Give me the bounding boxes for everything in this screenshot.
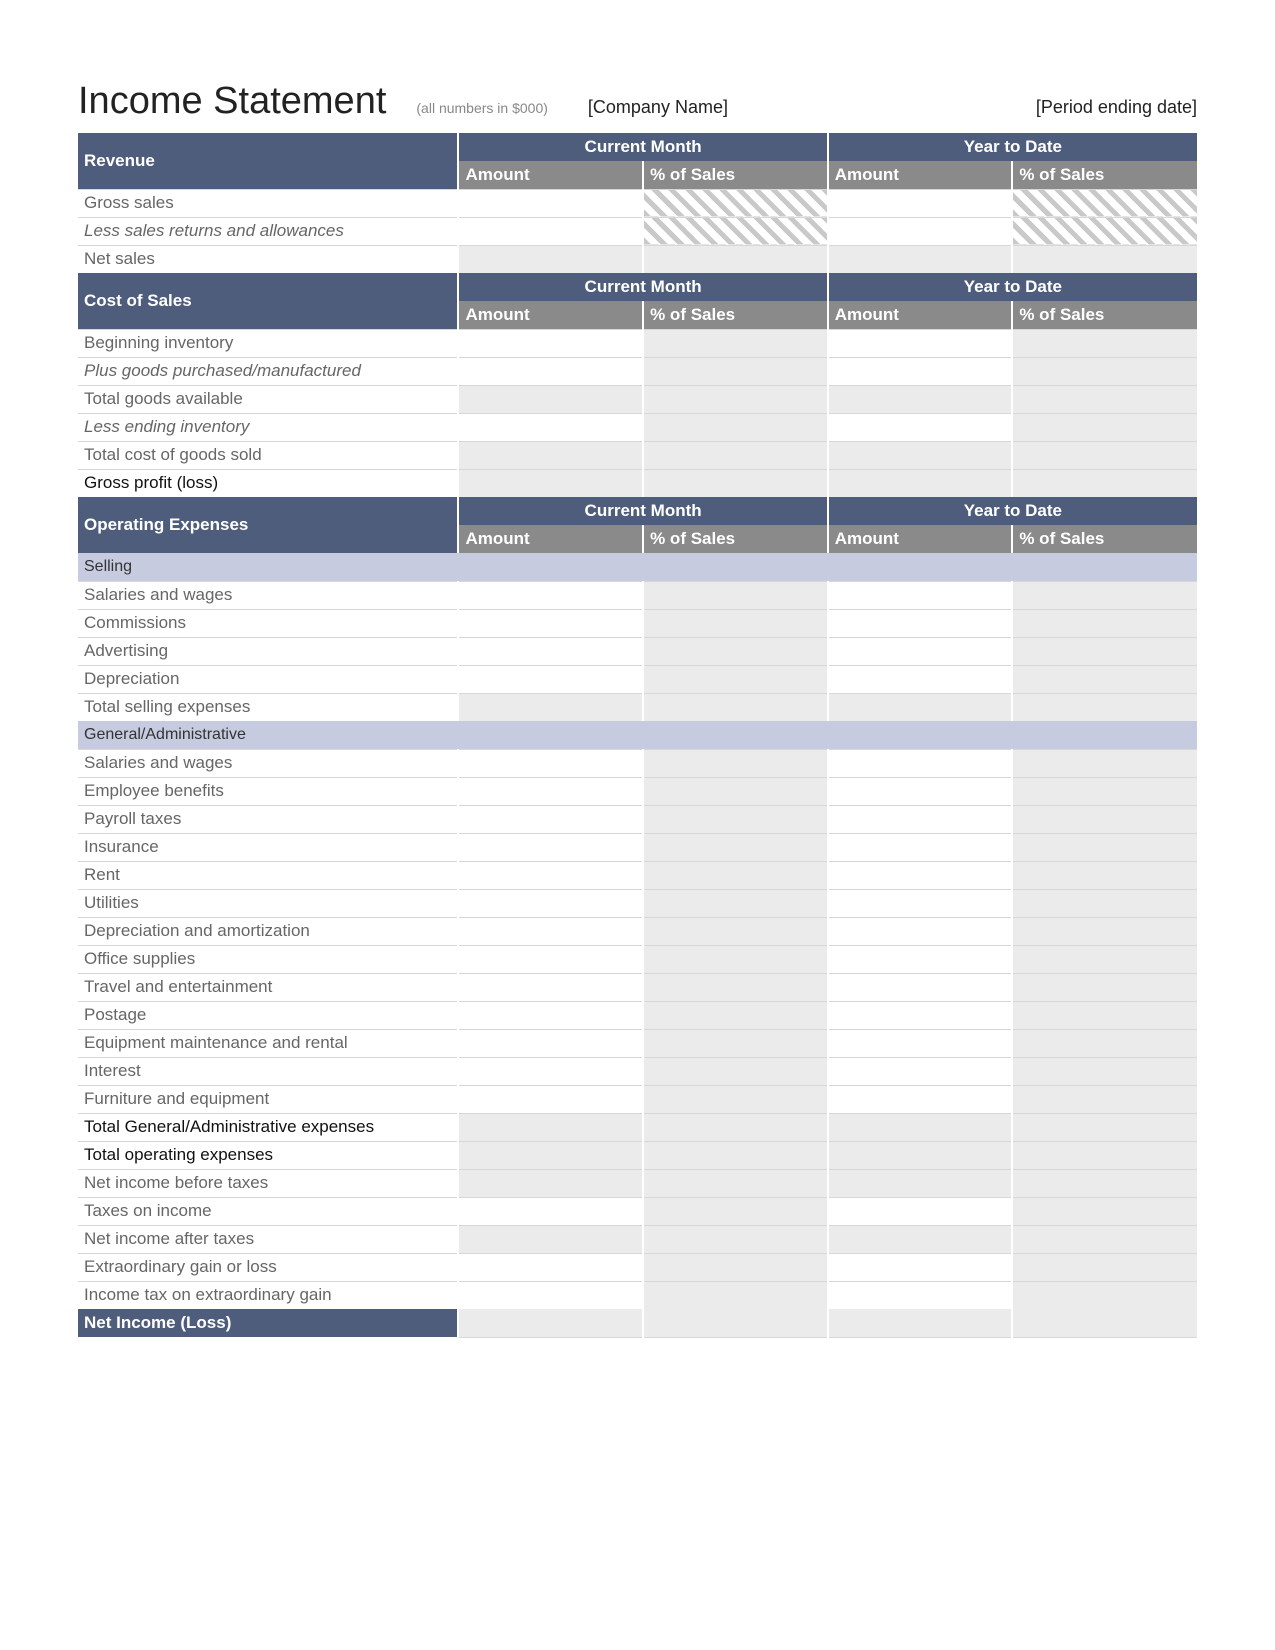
period-ytd: Year to Date [828, 133, 1197, 161]
table-row: Net income after taxes [78, 1225, 1197, 1253]
period-ending: [Period ending date] [1036, 97, 1197, 118]
table-row: Total operating expenses [78, 1141, 1197, 1169]
subsection-ga: General/Administrative [78, 721, 1197, 749]
table-row: Taxes on income [78, 1197, 1197, 1225]
table-row: Extraordinary gain or loss [78, 1253, 1197, 1281]
units-note: (all numbers in $000) [416, 100, 548, 116]
income-statement-table: Revenue Current Month Year to Date Amoun… [78, 133, 1197, 1338]
subsection-selling: Selling [78, 553, 1197, 581]
table-row: Total goods available [78, 385, 1197, 413]
document-header: Income Statement (all numbers in $000) [… [78, 80, 1197, 123]
table-row: Income tax on extraordinary gain [78, 1281, 1197, 1309]
table-row: Total selling expenses [78, 693, 1197, 721]
table-row: Net sales [78, 245, 1197, 273]
col-pct: % of Sales [643, 161, 828, 189]
table-row: Total cost of goods sold [78, 441, 1197, 469]
col-amount: Amount [458, 161, 643, 189]
table-row: Interest [78, 1057, 1197, 1085]
table-row: Less sales returns and allowances [78, 217, 1197, 245]
table-row: Gross sales [78, 189, 1197, 217]
col-amount: Amount [828, 161, 1013, 189]
table-row: Commissions [78, 609, 1197, 637]
table-row: Depreciation [78, 665, 1197, 693]
col-pct: % of Sales [1012, 161, 1197, 189]
table-row: Beginning inventory [78, 329, 1197, 357]
section-cos: Cost of Sales [78, 273, 458, 329]
section-revenue: Revenue [78, 133, 458, 189]
section-opex: Operating Expenses [78, 497, 458, 553]
table-row: Depreciation and amortization [78, 917, 1197, 945]
page-title: Income Statement [78, 80, 386, 123]
table-row: Employee benefits [78, 777, 1197, 805]
table-row: Utilities [78, 889, 1197, 917]
period-current: Current Month [458, 133, 827, 161]
table-row: Salaries and wages [78, 749, 1197, 777]
table-row: Office supplies [78, 945, 1197, 973]
table-row: Plus goods purchased/manufactured [78, 357, 1197, 385]
table-row: Insurance [78, 833, 1197, 861]
table-row: Furniture and equipment [78, 1085, 1197, 1113]
table-row: Payroll taxes [78, 805, 1197, 833]
table-row: Postage [78, 1001, 1197, 1029]
company-name: [Company Name] [588, 97, 1036, 118]
table-row: Total General/Administrative expenses [78, 1113, 1197, 1141]
table-row: Equipment maintenance and rental [78, 1029, 1197, 1057]
table-row: Rent [78, 861, 1197, 889]
table-row: Salaries and wages [78, 581, 1197, 609]
table-row: Travel and entertainment [78, 973, 1197, 1001]
table-row: Net income before taxes [78, 1169, 1197, 1197]
table-row: Advertising [78, 637, 1197, 665]
table-row: Gross profit (loss) [78, 469, 1197, 497]
table-row: Less ending inventory [78, 413, 1197, 441]
net-income-row: Net Income (Loss) [78, 1309, 1197, 1337]
